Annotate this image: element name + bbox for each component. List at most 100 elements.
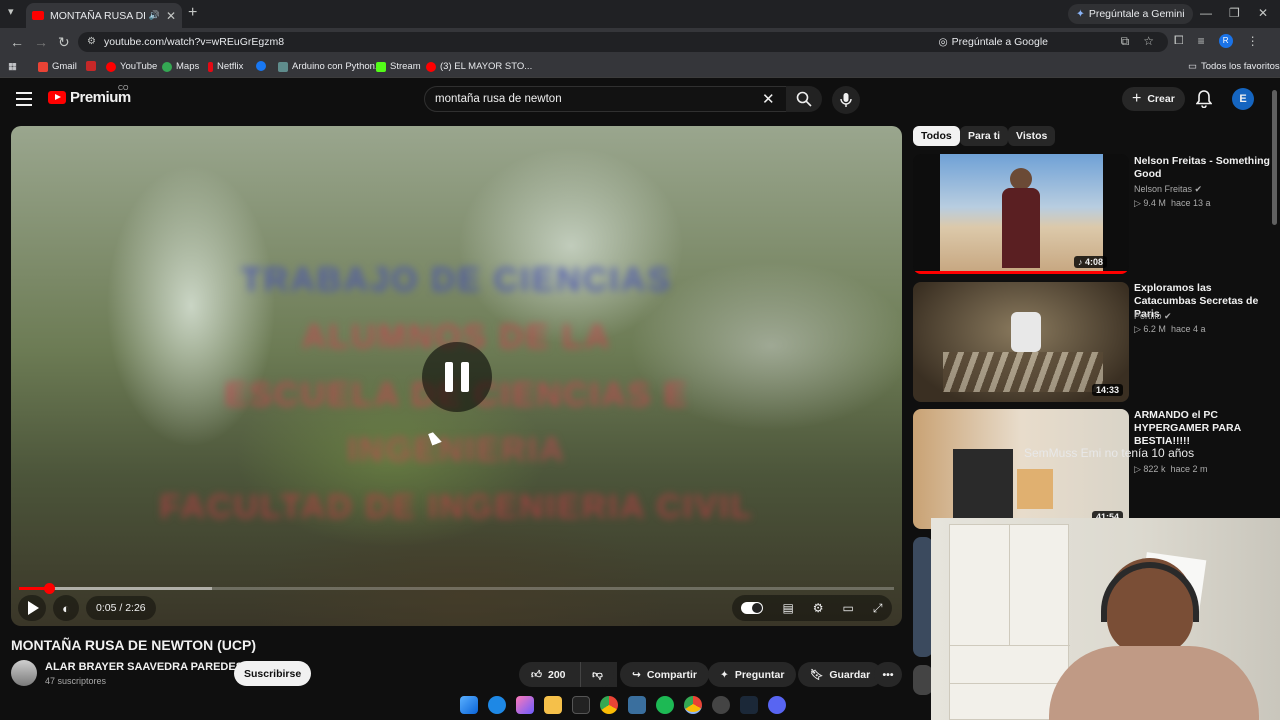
bookmark-gmail[interactable]: Gmail	[38, 61, 77, 72]
clear-search-icon[interactable]: ✕	[762, 90, 775, 108]
profile-avatar[interactable]: R	[1218, 33, 1233, 48]
video-thumbnail[interactable]: 14:33	[913, 282, 1129, 402]
ask-gemini-label: Pregúntale a Gemini	[1088, 8, 1185, 20]
bookmark-netflix[interactable]: Netflix	[208, 61, 243, 72]
pause-overlay-button[interactable]	[422, 342, 492, 412]
hamburger-menu-icon[interactable]	[16, 92, 32, 106]
steam-icon[interactable]	[740, 696, 758, 714]
address-bar[interactable]: ⚙ youtube.com/watch?v=wREuGrEgzm8 ◎ Preg…	[78, 32, 1168, 52]
video-title-sidebar[interactable]: Nelson Freitas - Something Good	[1134, 155, 1270, 181]
play-button[interactable]	[18, 595, 46, 621]
cast-icon[interactable]: ⧉	[1121, 34, 1130, 49]
user-avatar[interactable]: E	[1232, 88, 1254, 110]
copilot-icon[interactable]	[516, 696, 534, 714]
reload-icon[interactable]: ↻	[58, 34, 70, 51]
video-title-sidebar[interactable]: ARMANDO el PC HYPERGAMER PARA BESTIA!!!!…	[1134, 409, 1270, 448]
bookmark-facebook[interactable]	[256, 61, 266, 71]
dislike-button[interactable]: 👎︎	[580, 662, 614, 687]
file-explorer-icon[interactable]	[544, 696, 562, 714]
bookmark-youtube[interactable]: YouTube	[106, 61, 157, 72]
gemini-icon: ✦	[1076, 8, 1085, 20]
save-button[interactable]: 🔖︎ Guardar	[798, 662, 883, 687]
extensions-icon[interactable]: ⧠	[1174, 33, 1184, 48]
windows-start-icon[interactable]	[460, 696, 478, 714]
microphone-icon	[840, 93, 852, 107]
audio-icon[interactable]: 🔊	[149, 10, 160, 21]
notifications-bell-icon[interactable]	[1196, 90, 1212, 108]
apps-grid-icon[interactable]: ▦	[8, 61, 17, 72]
chip-for-you[interactable]: Para ti	[960, 126, 1009, 146]
close-tab-icon[interactable]: ✕	[166, 9, 176, 23]
fullscreen-icon[interactable]: ⤢	[873, 601, 883, 616]
subscribe-button[interactable]: Suscribirse	[234, 661, 312, 686]
search-input[interactable]: montaña rusa de newton	[424, 86, 788, 112]
video-thumbnail-partial[interactable]	[913, 665, 933, 695]
subtitles-icon[interactable]: ▤	[782, 601, 793, 615]
page-scrollbar[interactable]	[1272, 90, 1277, 225]
bookmark-mayor[interactable]: (3) EL MAYOR STO...	[426, 61, 532, 72]
progress-bar[interactable]	[19, 583, 894, 594]
chip-watched[interactable]: Vistos	[1008, 126, 1056, 146]
close-window-icon[interactable]: ✕	[1258, 6, 1268, 20]
settings-gear-icon[interactable]: ⚙	[813, 601, 824, 615]
ask-gemini-button[interactable]: ✦ Pregúntale a Gemini	[1068, 4, 1193, 24]
bookmark-star-icon[interactable]: ☆	[1143, 34, 1154, 49]
restore-icon[interactable]: ❐	[1229, 6, 1240, 20]
volume-icon: ◐	[62, 600, 70, 616]
watched-progress	[913, 271, 1129, 274]
edge-icon[interactable]	[488, 696, 506, 714]
bookmark-maps[interactable]: Maps	[162, 61, 199, 72]
app-icon[interactable]	[628, 696, 646, 714]
bookmark-label: Arduino con Python.	[292, 61, 378, 72]
bookmark-stream[interactable]: Stream	[376, 61, 421, 72]
save-label: Guardar	[829, 668, 871, 681]
volume-button[interactable]: ◐	[53, 595, 79, 621]
tab-search-icon[interactable]: ▾	[8, 5, 14, 18]
chrome-active-icon[interactable]	[684, 696, 702, 714]
new-tab-button[interactable]: +	[188, 4, 197, 22]
channel-name[interactable]: ALAR BRAYER SAAVEDRA PAREDES	[45, 661, 243, 673]
bookmark-misc[interactable]	[86, 61, 96, 71]
create-button[interactable]: + Crear	[1122, 87, 1185, 111]
pause-icon	[461, 362, 469, 392]
spotify-icon[interactable]	[656, 696, 674, 714]
region-code: CO	[118, 85, 129, 92]
obs-icon[interactable]	[712, 696, 730, 714]
all-favorites[interactable]: ▭ Todos los favoritos	[1188, 61, 1280, 72]
ask-google-button[interactable]: ◎ Pregúntale a Google	[939, 34, 1049, 50]
browser-tab-active[interactable]: MONTAÑA RUSA DE NEWTON (UCP) - YouTube 🔊…	[26, 3, 182, 28]
bookmark-icon: 🔖︎	[810, 669, 824, 681]
ask-button[interactable]: ✦ Preguntar	[708, 662, 797, 687]
more-actions-button[interactable]: •••	[874, 662, 902, 687]
back-icon[interactable]: ←	[10, 34, 24, 50]
search-button[interactable]	[786, 86, 822, 112]
chrome-icon[interactable]	[600, 696, 618, 714]
browser-menu-icon[interactable]: ⋮	[1247, 34, 1259, 48]
site-info-icon[interactable]: ⚙	[87, 36, 96, 47]
minimize-icon[interactable]: —	[1200, 6, 1212, 20]
bookmark-arduino[interactable]: Arduino con Python.	[278, 61, 378, 72]
video-thumbnail[interactable]: ♪ 4:08	[913, 154, 1129, 274]
youtube-premium-logo[interactable]: Premium CO	[48, 85, 131, 106]
theater-mode-icon[interactable]: ▭	[843, 601, 854, 615]
video-channel[interactable]: Portillo ✔	[1134, 311, 1172, 322]
discord-icon[interactable]	[768, 696, 786, 714]
video-channel[interactable]: Nelson Freitas ✔	[1134, 184, 1202, 195]
voice-search-button[interactable]	[832, 86, 860, 114]
channel-avatar[interactable]	[11, 660, 37, 686]
media-control-icon[interactable]: ≡	[1198, 34, 1205, 48]
video-meta: ▷ 6.2 M hace 4 a	[1134, 324, 1206, 334]
chip-all[interactable]: Todos	[913, 126, 960, 146]
progress-scrubber[interactable]	[43, 583, 55, 594]
thumbs-down-icon: 👎︎	[592, 669, 603, 681]
epic-games-icon[interactable]	[572, 696, 590, 714]
autoplay-toggle[interactable]	[741, 602, 764, 614]
video-thumbnail[interactable]: 41:54	[913, 409, 1129, 529]
bookmark-label: Maps	[176, 61, 200, 72]
search-value: montaña rusa de newton	[435, 93, 562, 105]
forward-icon[interactable]: →	[34, 34, 48, 50]
plus-icon: +	[1132, 90, 1142, 107]
video-thumbnail-partial[interactable]	[913, 537, 933, 657]
share-button[interactable]: ↪ Compartir	[620, 662, 709, 687]
wardrobe	[949, 524, 1070, 720]
